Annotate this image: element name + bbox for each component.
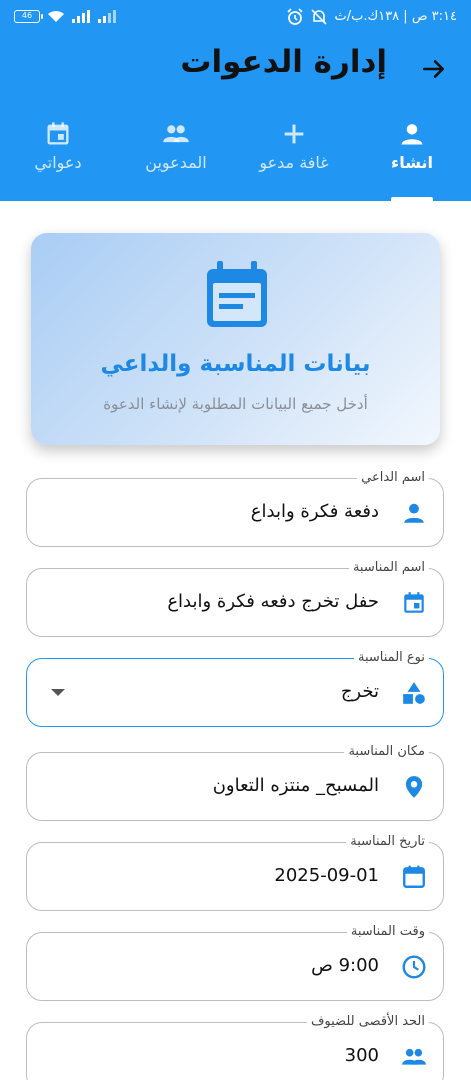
event-date-field[interactable]: تاريخ المناسبة 2025-09-01: [26, 833, 444, 911]
dropdown-arrow-icon[interactable]: [51, 689, 65, 696]
clock-icon: [402, 955, 426, 979]
people-icon: [163, 125, 189, 143]
field-label: نوع المناسبة: [354, 649, 429, 666]
max-guests-field[interactable]: الحد الأقصى للضيوف 300: [26, 1013, 444, 1080]
field-label: اسم الداعي: [357, 469, 429, 486]
status-left: 46: [14, 8, 118, 24]
battery-icon: 46: [14, 9, 43, 23]
tab-label: المدعوين: [145, 153, 207, 172]
field-label: اسم المناسبة: [348, 559, 429, 576]
info-card: بيانات المناسبة والداعي أدخل جميع البيان…: [31, 233, 440, 445]
field-label: الحد الأقصى للضيوف: [306, 1013, 429, 1030]
app-header: 46 ٣:١٤ ص | ١٣٨ك.ب/ث إدارة الدعوات انشاء…: [0, 0, 471, 201]
mute-bell-icon: [311, 9, 327, 25]
field-value: حفل تخرج دفعه فكرة وابداع: [167, 591, 379, 612]
calendar-icon: [404, 592, 424, 613]
field-value: دفعة فكرة وابداع: [250, 501, 379, 522]
tab-indicator: [391, 197, 433, 201]
calendar-icon: [403, 865, 425, 888]
event-note-icon: [207, 261, 267, 327]
tab-label: غافة مدعو: [259, 153, 329, 172]
person-icon: [404, 503, 424, 523]
page-title: إدارة الدعوات: [180, 44, 387, 80]
category-icon: [403, 682, 425, 704]
tab-add-guest[interactable]: غافة مدعو: [244, 120, 344, 172]
location-pin-icon: [405, 776, 423, 798]
alarm-icon: [287, 8, 303, 25]
tab-guests[interactable]: المدعوين: [126, 120, 226, 172]
card-subtitle: أدخل جميع البيانات المطلوبة لإنشاء الدعو…: [103, 395, 368, 413]
event-name-field[interactable]: اسم المناسبة حفل تخرج دفعه فكرة وابداع: [26, 559, 444, 637]
event-location-field[interactable]: مكان المناسبة المسبح_ منتزه التعاون: [26, 743, 444, 821]
card-title: بيانات المناسبة والداعي: [100, 351, 371, 377]
person-icon: [401, 124, 423, 145]
inviter-name-field[interactable]: اسم الداعي دفعة فكرة وابداع: [26, 469, 444, 547]
field-value: 9:00 ص: [311, 955, 379, 976]
plus-icon: [284, 124, 304, 144]
field-value: المسبح_ منتزه التعاون: [212, 775, 379, 796]
wifi-icon: [48, 10, 64, 22]
field-value: تخرج: [340, 681, 379, 702]
status-bar: 46 ٣:١٤ ص | ١٣٨ك.ب/ث: [0, 0, 471, 36]
signal-icon: [72, 10, 90, 23]
tab-label: دعواتي: [34, 153, 82, 172]
field-label: مكان المناسبة: [344, 743, 429, 760]
field-label: وقت المناسبة: [346, 923, 429, 940]
field-label: تاريخ المناسبة: [346, 833, 429, 850]
tab-create[interactable]: انشاء: [362, 120, 462, 172]
back-arrow-icon[interactable]: [421, 56, 447, 82]
signal-2-icon: [98, 10, 116, 23]
people-icon: [402, 1048, 426, 1065]
status-time: ٣:١٤ ص | ١٣٨ك.ب/ث: [334, 9, 458, 24]
field-value: 2025-09-01: [274, 865, 379, 886]
event-time-field[interactable]: وقت المناسبة 9:00 ص: [26, 923, 444, 1001]
calendar-icon: [47, 122, 69, 145]
field-value: 300: [344, 1045, 379, 1066]
tab-label: انشاء: [391, 153, 433, 172]
tab-my-invitations[interactable]: دعواتي: [8, 120, 108, 172]
event-type-select[interactable]: نوع المناسبة تخرج: [26, 649, 444, 727]
